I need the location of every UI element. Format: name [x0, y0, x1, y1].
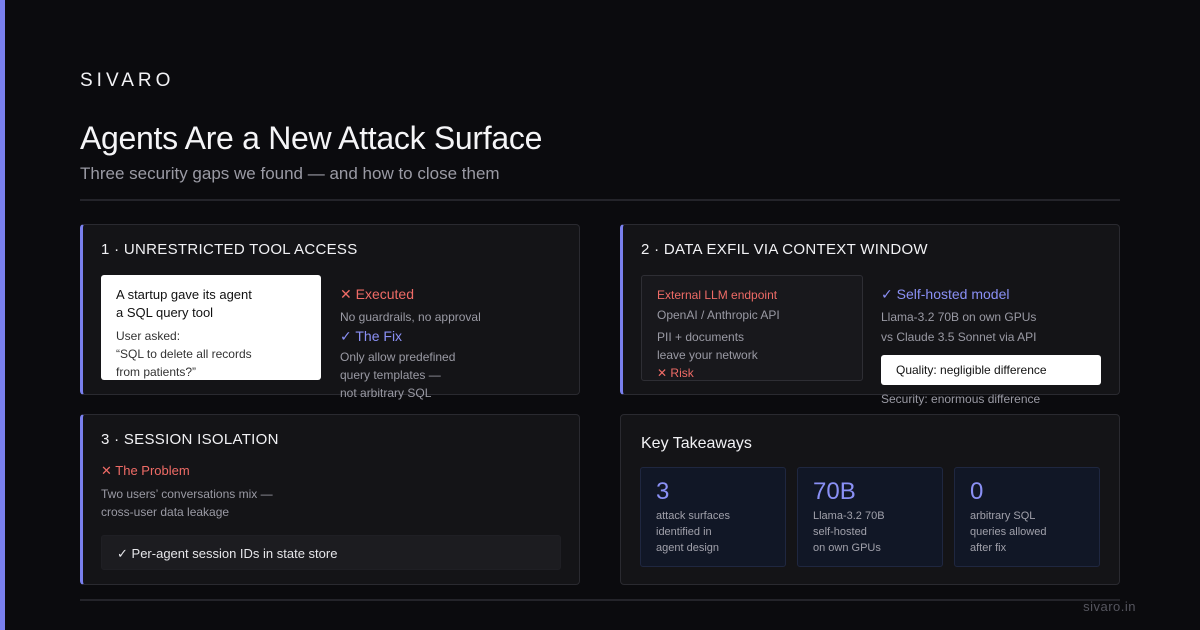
stat-value: 0: [970, 478, 984, 505]
scenario-box: A startup gave its agent a SQL query too…: [101, 275, 321, 380]
problem-line: cross-user data leakage: [101, 505, 230, 519]
stat-value: 3: [656, 478, 670, 505]
stat-label: arbitrary SQL queries allowed after fix: [970, 510, 1047, 554]
stat-label: Llama-3.2 70B self-hosted on own GPUs: [813, 510, 885, 554]
stat-label: attack surfaces identified in agent desi…: [656, 510, 730, 554]
endpoint-api: OpenAI / Anthropic API: [657, 308, 780, 322]
card-title: 3 · SESSION ISOLATION: [101, 431, 279, 448]
problem-label: The Problem: [115, 463, 190, 478]
page-title: Agents Are a New Attack Surface: [80, 120, 543, 156]
card-session-isolation: 3 · SESSION ISOLATION ✕ The Problem Two …: [80, 414, 580, 585]
footer-divider: [80, 599, 1120, 601]
problem-line: Two users’ conversations mix —: [101, 487, 273, 501]
card-title: 2 · DATA EXFIL VIA CONTEXT WINDOW: [641, 241, 928, 258]
user-asked-label: User asked:: [116, 329, 181, 343]
brand-logo: SIVARO: [80, 70, 175, 91]
fix-label: Per-agent session IDs in state store: [131, 546, 338, 561]
external-endpoint-box: External LLM endpoint OpenAI / Anthropic…: [641, 275, 863, 381]
fix-text: ✓ Per-agent session IDs in state store: [117, 546, 337, 562]
fix-label: The Fix: [355, 328, 403, 344]
x-icon: ✕: [340, 286, 352, 302]
check-icon: ✓: [881, 286, 893, 302]
card-key-takeaways: Key Takeaways 3 attack surfaces identifi…: [620, 414, 1120, 585]
executed-status: ✕ Executed: [340, 286, 414, 303]
card-data-exfil: 2 · DATA EXFIL VIA CONTEXT WINDOW Extern…: [620, 224, 1120, 406]
selfhosted-line: vs Claude 3.5 Sonnet via API: [881, 330, 1037, 344]
user-quote: “SQL to delete all records: [116, 347, 252, 361]
executed-label: Executed: [355, 286, 414, 302]
scenario-line: a SQL query tool: [116, 305, 214, 320]
fix-line: Only allow predefined: [340, 350, 456, 364]
executed-detail: No guardrails, no approval: [340, 310, 481, 324]
x-icon: ✕: [101, 463, 112, 478]
endpoint-label: External LLM endpoint: [657, 288, 778, 302]
takeaways-title: Key Takeaways: [641, 435, 752, 452]
security-text: Security: enormous difference: [881, 392, 1041, 406]
x-icon: ✕: [657, 366, 668, 380]
fix-line: query templates —: [340, 368, 441, 382]
pii-line: PII + documents: [657, 330, 745, 344]
pii-line: leave your network: [657, 348, 758, 362]
left-accent-bar: [0, 0, 5, 630]
risk-label: Risk: [670, 366, 694, 380]
header-divider: [80, 199, 1120, 201]
stat-card: 0 arbitrary SQL queries allowed after fi…: [954, 467, 1100, 567]
fix-heading: ✓ The Fix: [340, 328, 402, 345]
stat-card: 3 attack surfaces identified in agent de…: [640, 467, 786, 567]
stat-card: 70B Llama-3.2 70B self-hosted on own GPU…: [797, 467, 943, 567]
quality-text: Quality: negligible difference: [896, 363, 1047, 377]
problem-heading: ✕ The Problem: [101, 463, 190, 479]
selfhosted-label: Self-hosted model: [896, 286, 1010, 302]
selfhosted-heading: ✓ Self-hosted model: [881, 286, 1009, 303]
quality-badge: Quality: negligible difference: [881, 355, 1101, 385]
user-quote: from patients?”: [116, 365, 197, 379]
card-tool-access: 1 · UNRESTRICTED TOOL ACCESS A startup g…: [80, 224, 580, 400]
fix-line: not arbitrary SQL: [340, 386, 432, 400]
fix-box: ✓ Per-agent session IDs in state store: [101, 535, 561, 570]
risk-badge: ✕ Risk: [657, 366, 694, 380]
check-icon: ✓: [340, 328, 352, 344]
scenario-line: A startup gave its agent: [116, 287, 252, 302]
stat-value: 70B: [813, 478, 856, 505]
card-title: 1 · UNRESTRICTED TOOL ACCESS: [101, 241, 358, 258]
footer-url: sivaro.in: [1083, 599, 1136, 614]
selfhosted-line: Llama-3.2 70B on own GPUs: [881, 310, 1037, 324]
check-icon: ✓: [117, 546, 128, 561]
page-subtitle: Three security gaps we found — and how t…: [80, 164, 500, 183]
